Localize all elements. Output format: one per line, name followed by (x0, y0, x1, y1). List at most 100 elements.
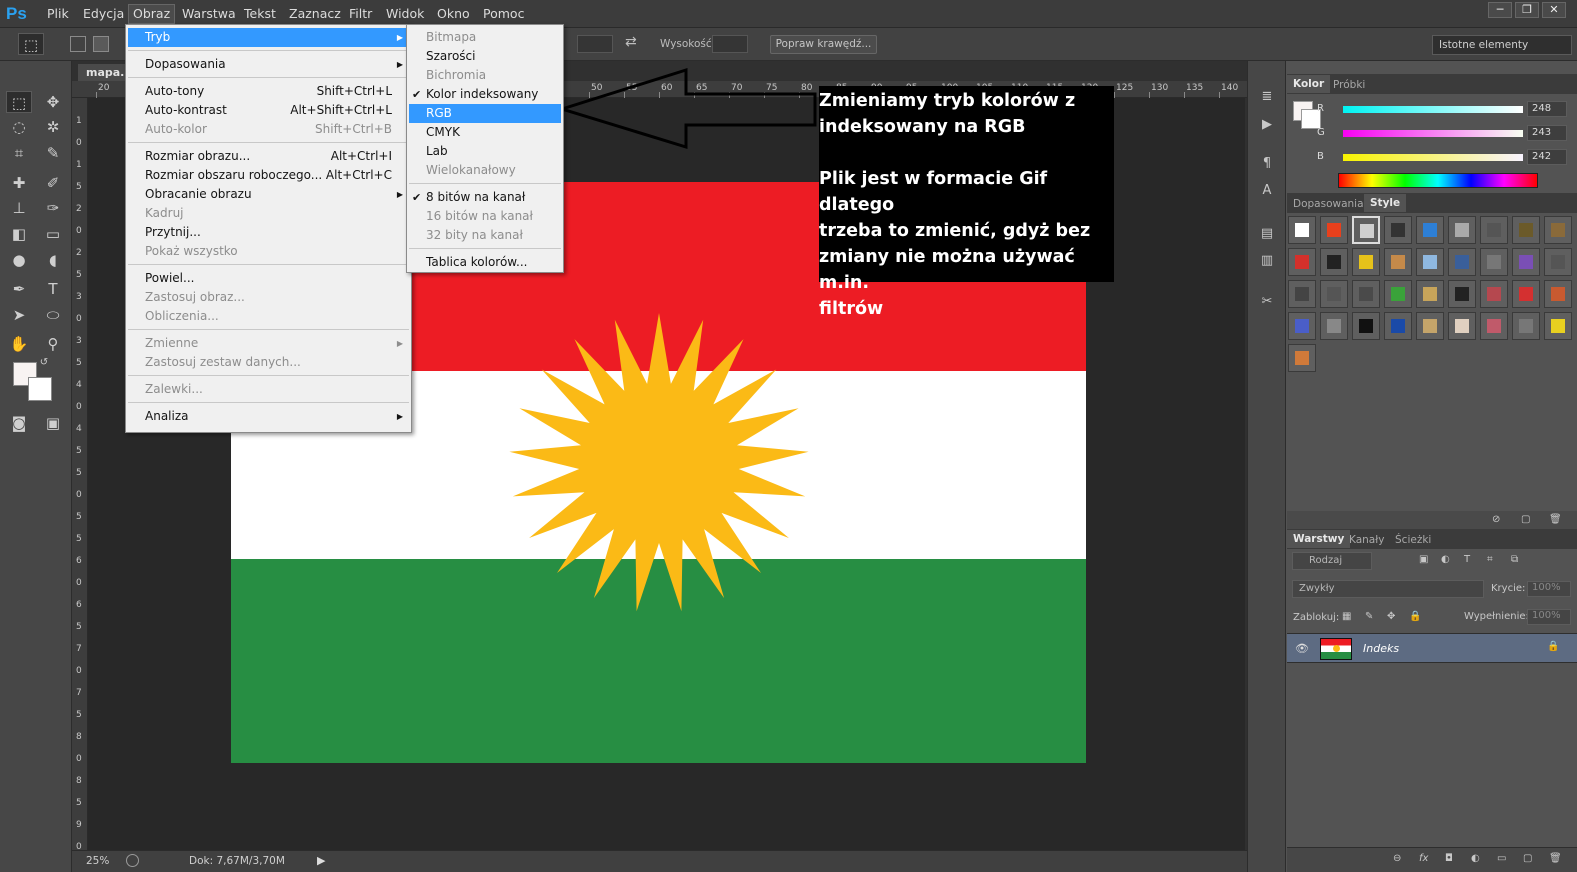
layer-filter-select[interactable]: Rodzaj (1292, 552, 1372, 570)
menu-edycja[interactable]: Edycja (79, 6, 128, 22)
fill-field[interactable]: 100% (1527, 609, 1571, 625)
layer-name[interactable]: Indeks (1363, 642, 1399, 655)
menu-tekst[interactable]: Tekst (240, 6, 280, 22)
style-swatch[interactable] (1512, 312, 1540, 340)
style-swatch[interactable] (1320, 248, 1348, 276)
tab-style[interactable]: Style (1364, 194, 1407, 212)
eyedropper-icon[interactable]: ✎ (40, 142, 66, 164)
style-swatch[interactable] (1416, 248, 1444, 276)
menu-obraz[interactable]: Obraz (128, 4, 176, 24)
tab-dopasowania[interactable]: Dopasowania (1287, 196, 1370, 212)
tryb-menu-item[interactable]: Lab (409, 142, 561, 161)
blur-icon[interactable]: ● (6, 249, 32, 271)
move-icon[interactable]: ✥ (40, 91, 66, 113)
style-swatch[interactable] (1448, 248, 1476, 276)
slider-r-value[interactable]: 248 (1527, 101, 1567, 117)
clone-stamp-icon[interactable]: ⊥ (6, 197, 32, 219)
style-swatch[interactable] (1544, 248, 1572, 276)
close-button[interactable]: ✕ (1542, 2, 1566, 18)
rect-marquee-icon[interactable]: ⬚ (6, 91, 32, 113)
clear-style-icon[interactable]: ⊘ (1492, 514, 1500, 525)
adjustment-layer-icon[interactable]: ◐ (1471, 853, 1480, 864)
restore-button[interactable]: ❐ (1515, 2, 1539, 18)
screen-mode-icon[interactable]: ▣ (40, 412, 66, 434)
character-icon[interactable]: ¶ (1257, 156, 1277, 174)
style-swatch[interactable] (1288, 312, 1316, 340)
actions-play-icon[interactable]: ▶ (1257, 117, 1277, 135)
opacity-field[interactable]: 100% (1527, 581, 1571, 597)
notes-icon[interactable]: ▤ (1257, 226, 1277, 244)
lock-position-icon[interactable]: ✥ (1387, 611, 1395, 622)
menu-filtr[interactable]: Filtr (345, 6, 376, 22)
tab-probki[interactable]: Próbki (1327, 77, 1371, 93)
style-swatch[interactable] (1512, 248, 1540, 276)
style-swatch[interactable] (1384, 248, 1412, 276)
obraz-menu-item[interactable]: Rozmiar obrazu... Alt+Ctrl+I (128, 147, 409, 166)
layer-row[interactable]: 👁 Indeks 🔒 (1287, 633, 1577, 663)
workspace-select[interactable]: Istotne elementy (1432, 35, 1572, 55)
brush-icon[interactable]: ✐ (40, 172, 66, 194)
blend-mode-select[interactable]: Zwykły (1292, 580, 1484, 598)
style-swatch[interactable] (1352, 216, 1380, 244)
style-swatch[interactable] (1352, 312, 1380, 340)
slider-g-track[interactable] (1343, 130, 1523, 137)
obraz-menu-item[interactable]: Obracanie obrazu ▶ (128, 185, 409, 204)
obraz-menu-item[interactable]: Tryb ▶ (128, 28, 409, 47)
slider-r-track[interactable] (1343, 106, 1523, 113)
fx-icon[interactable]: fx (1419, 853, 1428, 864)
filter-smart-icon[interactable]: ⧉ (1511, 554, 1518, 565)
filter-shape-icon[interactable]: ⌗ (1487, 554, 1493, 565)
style-swatch[interactable] (1448, 280, 1476, 308)
layer-visibility-icon[interactable]: 👁 (1295, 642, 1309, 655)
slider-b-track[interactable] (1343, 154, 1523, 161)
style-swatch[interactable] (1448, 312, 1476, 340)
style-swatch[interactable] (1544, 312, 1572, 340)
new-style-icon[interactable]: ▢ (1521, 514, 1530, 525)
height-field[interactable] (712, 35, 748, 53)
style-swatch[interactable] (1352, 280, 1380, 308)
link-layers-icon[interactable]: ⊖ (1393, 853, 1401, 864)
new-group-icon[interactable]: ▭ (1497, 853, 1506, 864)
lock-pixels-icon[interactable]: ▦ (1342, 611, 1351, 622)
tab-warstwy[interactable]: Warstwy (1287, 530, 1351, 548)
color-spectrum-bar[interactable] (1338, 173, 1538, 188)
gradient-icon[interactable]: ▭ (40, 223, 66, 245)
filter-image-icon[interactable]: ▣ (1419, 554, 1428, 565)
minimize-button[interactable]: ─ (1488, 2, 1512, 18)
style-swatch[interactable] (1448, 216, 1476, 244)
style-swatch[interactable] (1384, 280, 1412, 308)
style-swatch[interactable] (1512, 280, 1540, 308)
ellipse-icon[interactable]: ⬭ (40, 304, 66, 326)
history-icon[interactable]: ≣ (1257, 89, 1277, 107)
share-icon[interactable] (126, 854, 139, 867)
lock-all-icon[interactable]: 🔒 (1409, 611, 1421, 622)
menu-okno[interactable]: Okno (433, 6, 474, 22)
eraser-icon[interactable]: ◧ (6, 223, 32, 245)
background-color-swatch[interactable] (28, 377, 52, 401)
tool-presets-icon[interactable]: ✂ (1257, 294, 1277, 312)
history-brush-icon[interactable]: ✑ (40, 197, 66, 219)
swap-icon[interactable]: ⇄ (625, 34, 637, 50)
obraz-menu-item[interactable]: Dopasowania ▶ (128, 55, 409, 74)
new-selection-icon[interactable] (70, 36, 86, 52)
style-swatch[interactable] (1512, 216, 1540, 244)
obraz-menu-item[interactable]: Powiel... (128, 269, 409, 288)
menu-plik[interactable]: Plik (43, 6, 73, 22)
style-swatch[interactable] (1384, 216, 1412, 244)
type-icon[interactable]: T (40, 278, 66, 300)
style-swatch[interactable] (1384, 312, 1412, 340)
magic-wand-icon[interactable]: ✲ (40, 116, 66, 138)
lock-brush-icon[interactable]: ✎ (1365, 611, 1373, 622)
slider-b-value[interactable]: 242 (1527, 149, 1567, 165)
obraz-menu-item[interactable]: Przytnij... (128, 223, 409, 242)
delete-style-icon[interactable]: 🗑 (1549, 514, 1562, 525)
refine-edge-button[interactable]: Popraw krawędź... (770, 35, 877, 54)
style-swatch[interactable] (1480, 248, 1508, 276)
marquee-tool-preset-icon[interactable]: ⬚ (18, 33, 44, 55)
width-field[interactable] (577, 35, 613, 53)
style-swatch[interactable] (1352, 248, 1380, 276)
style-swatch[interactable] (1544, 216, 1572, 244)
status-menu-arrow-icon[interactable]: ▶ (317, 854, 325, 867)
swap-colors-icon[interactable]: ↺ (37, 356, 51, 370)
quick-mask-icon[interactable]: ◙ (6, 412, 32, 434)
